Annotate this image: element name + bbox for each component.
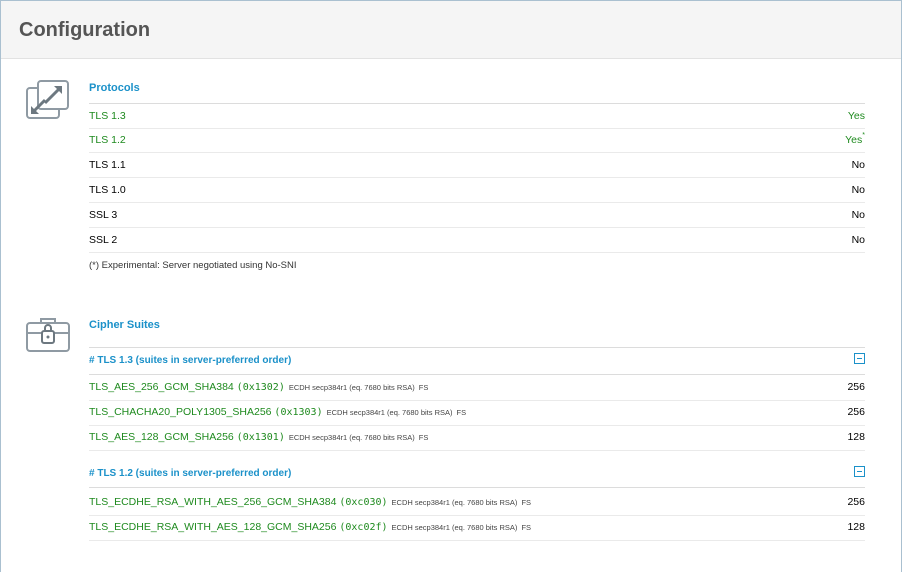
cipher-group-tls12-header: # TLS 1.2 (suites in server-preferred or… [89, 461, 865, 488]
cipher-name-line: TLS_AES_128_GCM_SHA256 (0x1301) ECDH secp… [89, 431, 429, 443]
protocol-value: Yes [847, 110, 865, 122]
protocol-row-tls11: TLS 1.1 No [89, 153, 865, 178]
panel-header: Configuration [1, 1, 901, 59]
protocol-row-ssl2: SSL 2 No [89, 228, 865, 253]
cipher-row: TLS_CHACHA20_POLY1305_SHA256 (0x1303) ECD… [89, 400, 865, 426]
cipher-bits: 256 [847, 381, 865, 393]
cipher-bits: 256 [847, 496, 865, 508]
configuration-panel: Configuration Protocols TLS 1.3 Yes TLS … [0, 0, 902, 572]
collapse-minus-icon[interactable] [854, 466, 865, 477]
protocol-label: TLS 1.2 [89, 134, 126, 146]
protocol-label: TLS 1.3 [89, 110, 126, 122]
cipher-name-line: TLS_CHACHA20_POLY1305_SHA256 (0x1303) ECD… [89, 406, 467, 418]
cipher-group-heading: # TLS 1.2 (suites in server-preferred or… [89, 468, 292, 479]
cipher-row: TLS_AES_128_GCM_SHA256 (0x1301) ECDH secp… [89, 425, 865, 451]
protocol-value: Yes* [845, 132, 865, 146]
protocol-value: No [851, 184, 865, 196]
protocols-footnote: (*) Experimental: Server negotiated usin… [89, 260, 297, 271]
panel-title: Configuration [19, 19, 151, 41]
protocol-label: SSL 2 [89, 234, 118, 246]
cipher-name-line: TLS_AES_256_GCM_SHA384 (0x1302) ECDH secp… [89, 381, 429, 393]
collapse-minus-icon[interactable] [854, 353, 865, 364]
cipher-bits: 256 [847, 406, 865, 418]
protocol-row-tls13: TLS 1.3 Yes [89, 103, 865, 129]
protocol-label: TLS 1.1 [89, 159, 126, 171]
protocol-label: SSL 3 [89, 209, 118, 221]
lock-briefcase-icon [25, 317, 71, 353]
expand-arrows-icon [25, 79, 71, 121]
protocol-row-ssl3: SSL 3 No [89, 203, 865, 228]
footnote-mark: * [862, 132, 865, 139]
cipher-group-tls13-header: # TLS 1.3 (suites in server-preferred or… [89, 347, 865, 375]
protocol-row-tls12: TLS 1.2 Yes* [89, 128, 865, 153]
cipher-row: TLS_ECDHE_RSA_WITH_AES_128_GCM_SHA256 (0… [89, 515, 865, 541]
cipher-name-line: TLS_ECDHE_RSA_WITH_AES_128_GCM_SHA256 (0… [89, 521, 532, 533]
protocols-title: Protocols [89, 82, 140, 94]
protocol-row-tls10: TLS 1.0 No [89, 178, 865, 203]
protocol-value: No [851, 234, 865, 246]
cipher-suites-title: Cipher Suites [89, 319, 160, 331]
cipher-group-heading: # TLS 1.3 (suites in server-preferred or… [89, 355, 292, 366]
protocol-value: No [851, 159, 865, 171]
cipher-row: TLS_ECDHE_RSA_WITH_AES_256_GCM_SHA384 (0… [89, 490, 865, 516]
cipher-name-line: TLS_ECDHE_RSA_WITH_AES_256_GCM_SHA384 (0… [89, 496, 532, 508]
protocol-value: No [851, 209, 865, 221]
cipher-bits: 128 [847, 431, 865, 443]
cipher-row: TLS_AES_256_GCM_SHA384 (0x1302) ECDH secp… [89, 375, 865, 401]
protocol-label: TLS 1.0 [89, 184, 126, 196]
cipher-bits: 128 [847, 521, 865, 533]
